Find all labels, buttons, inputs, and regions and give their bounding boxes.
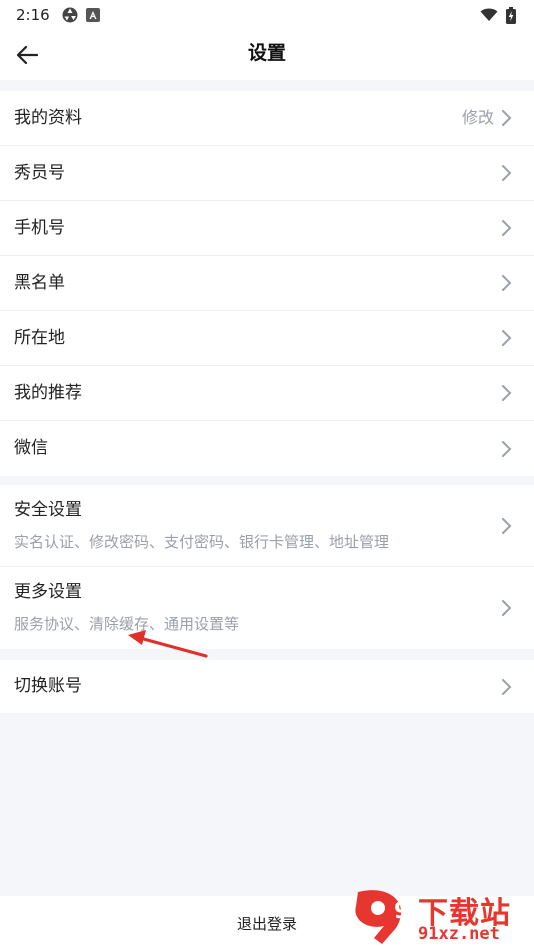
row-label: 所在地 bbox=[14, 328, 65, 348]
row-label: 我的推荐 bbox=[14, 383, 82, 403]
row-label: 我的资料 bbox=[14, 108, 82, 128]
settings-group: 安全设置 实名认证、修改密码、支付密码、银行卡管理、地址管理 更多设置 服务协议… bbox=[0, 485, 534, 649]
row-label: 安全设置 bbox=[14, 500, 82, 520]
logout-button[interactable]: 退出登录 bbox=[217, 907, 317, 940]
status-time: 2:16 bbox=[16, 6, 50, 24]
row-label: 切换账号 bbox=[14, 676, 82, 696]
battery-icon bbox=[506, 6, 516, 24]
row-label: 更多设置 bbox=[14, 582, 82, 602]
a-badge-icon bbox=[85, 8, 100, 22]
chevron-right-icon bbox=[502, 517, 512, 534]
chevron-right-icon bbox=[502, 600, 512, 616]
row-my-referral[interactable]: 我的推荐 bbox=[0, 366, 534, 421]
profile-group: 我的资料 修改 秀员号 手机号 黑名单 所在地 我的推荐 微信 bbox=[0, 91, 534, 476]
row-label: 微信 bbox=[14, 438, 48, 458]
row-phone[interactable]: 手机号 bbox=[0, 201, 534, 256]
row-wechat[interactable]: 微信 bbox=[0, 421, 534, 476]
wifi-icon bbox=[480, 8, 498, 22]
chevron-right-icon bbox=[502, 165, 512, 181]
aperture-icon bbox=[62, 7, 78, 23]
row-xiuyuan-id[interactable]: 秀员号 bbox=[0, 146, 534, 201]
chevron-right-icon bbox=[502, 110, 512, 126]
row-more-settings[interactable]: 更多设置 服务协议、清除缓存、通用设置等 bbox=[0, 567, 534, 649]
chevron-right-icon bbox=[502, 275, 512, 291]
row-label: 黑名单 bbox=[14, 273, 65, 293]
page-title: 设置 bbox=[247, 42, 286, 64]
chevron-right-icon bbox=[502, 678, 512, 695]
chevron-right-icon bbox=[502, 220, 512, 236]
status-right-icons bbox=[480, 6, 516, 24]
chevron-right-icon bbox=[502, 330, 512, 346]
row-switch-account[interactable]: 切换账号 bbox=[0, 660, 534, 713]
row-location[interactable]: 所在地 bbox=[0, 311, 534, 366]
chevron-right-icon bbox=[502, 440, 512, 457]
status-bar: 2:16 bbox=[0, 0, 534, 30]
account-group: 切换账号 bbox=[0, 660, 534, 713]
chevron-right-icon bbox=[502, 385, 512, 401]
svg-text:9: 9 bbox=[394, 899, 409, 924]
watermark-logo-icon: 9 bbox=[355, 890, 409, 944]
annotation-arrow-icon bbox=[128, 630, 208, 658]
watermark: 9 下载站 91xz.net bbox=[348, 888, 528, 948]
row-my-profile[interactable]: 我的资料 修改 bbox=[0, 91, 534, 146]
app-header: 设置 bbox=[0, 30, 534, 80]
row-security-settings[interactable]: 安全设置 实名认证、修改密码、支付密码、银行卡管理、地址管理 bbox=[0, 485, 534, 567]
watermark-domain: 91xz.net bbox=[418, 924, 500, 944]
edit-value: 修改 bbox=[461, 108, 494, 127]
row-label: 手机号 bbox=[14, 218, 65, 238]
row-label: 秀员号 bbox=[14, 163, 65, 183]
row-subtitle: 实名认证、修改密码、支付密码、银行卡管理、地址管理 bbox=[14, 533, 390, 551]
row-blacklist[interactable]: 黑名单 bbox=[0, 256, 534, 311]
